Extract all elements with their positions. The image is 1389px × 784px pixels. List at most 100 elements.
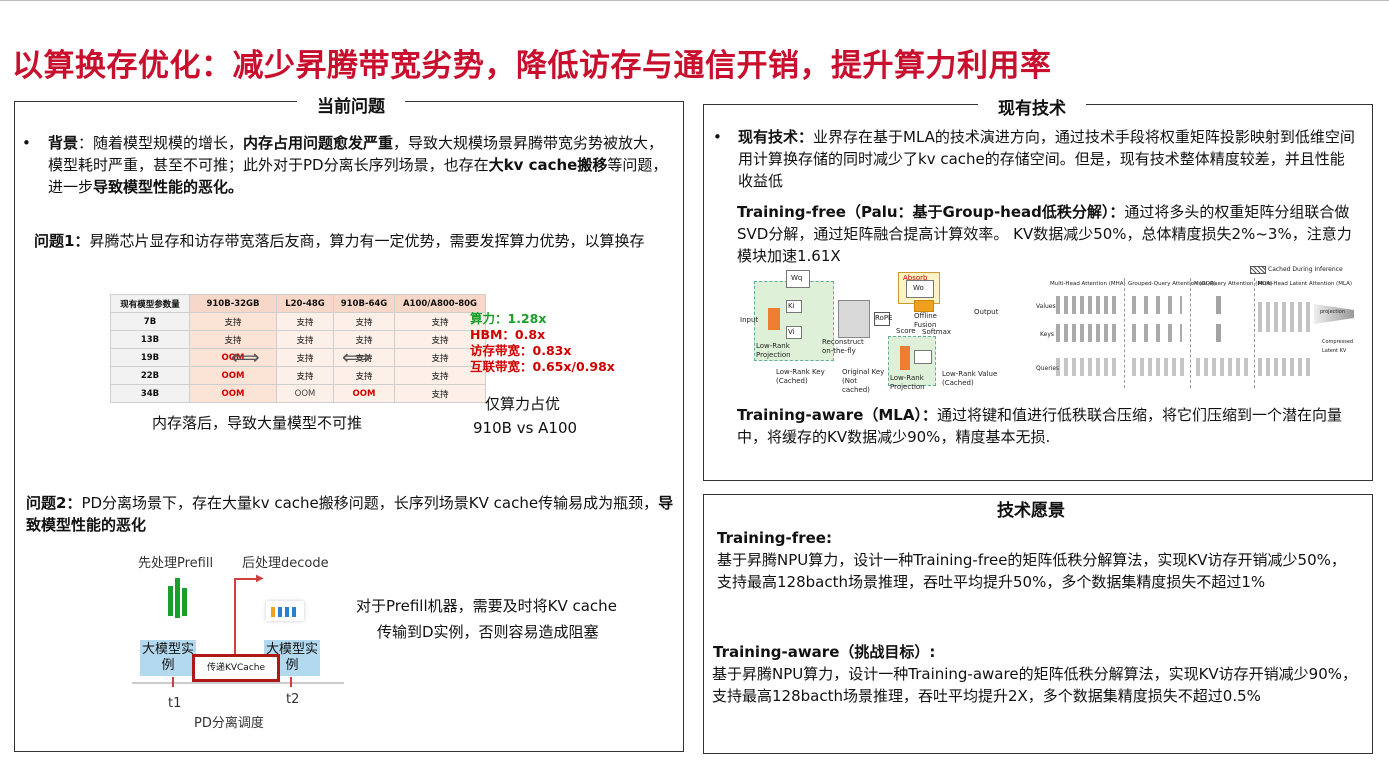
prefill-label: 先处理Prefill [138,556,214,571]
original-key-label: Original Key (Not cached) [842,368,885,394]
table-cell-param: 7B [110,312,190,331]
arrow-head-icon: ▶ [256,573,264,584]
table-cell: 支持 [189,312,277,331]
background-bold-3: 导致模型性能的恶化。 [93,178,244,196]
current-problems-heading: 当前问题 [297,92,405,117]
problem1-paragraph: 问题1：昇腾芯片显存和访存带宽落后友商，算力有一定优势，需要发挥算力优势，以算换… [34,230,676,252]
reconstruct-label: Reconstruct on-the-fly [822,338,864,355]
transfer-arrow-v [234,578,236,658]
background-label: 背景 [48,134,79,152]
softmax-label: Softmax [922,328,952,336]
slide-title: 以算换存优化：减少昇腾带宽劣势，降低访存与通信开销，提升算力利用率 [12,48,1052,84]
stat-hbm: HBM：0.8x [470,327,546,342]
cached-legend-label: Cached During Inference [1268,266,1343,273]
pd-caption: PD分离调度 [194,716,264,731]
score-label: Score [896,327,916,335]
model-instance-1: 大模型实例 [140,640,196,676]
reconstruct-block [838,300,870,338]
absorb-label: Absorb [903,274,928,282]
table-cell: OOM [189,384,277,403]
stat-mem-bandwidth: 访存带宽：0.83x [470,343,572,358]
problem1-text: 昇腾芯片显存和访存带宽落后友商，算力有一定优势，需要发挥算力优势，以算换存 [89,232,645,250]
model-support-table: 现有模型参数量 910B-32GB L20-48G 910B-64G A100/A800… [110,294,486,403]
caption-compute-only: 仅算力占优 [485,395,561,413]
prefill-bar [168,586,173,616]
tech-vision-heading: 技术愿景 [977,496,1085,521]
problem2-paragraph: 问题2：PD分离场景下，存在大量kv cache搬移问题，长序列场景KV cac… [26,492,678,536]
table-cell: OOM [276,384,334,403]
table-cell: 支持 [276,348,334,367]
divider [1254,278,1255,388]
output-label: Output [974,308,999,316]
label-t1: t1 [168,696,182,711]
table-header-row: 现有模型参数量 910B-32GB L20-48G 910B-64G A100/A800… [110,294,486,313]
problem2-text: PD分离场景下，存在大量kv cache搬移问题，长序列场景KV cache传输… [81,494,659,512]
mqa-key [1216,324,1221,342]
low-rank-value-label: Low-Rank Value (Cached) [942,370,998,387]
stat-compute: 算力：1.28x [470,311,547,326]
mha-queries [1056,358,1116,376]
tf-existing-label: Training-free（Palu：基于Group-head低秩分解）： [737,203,1125,221]
existing-tech-heading: 现有技术 [978,94,1086,119]
pd-diagram: 先处理Prefill 后处理decode ▶ 大模型实例 大模型实例 传递KVC… [130,548,360,738]
mha-values [1056,296,1116,314]
bullet-dot: • [713,128,722,146]
prefill-bar [182,588,187,616]
background-paragraph: 背景：随着模型规模的增长，内存占用问题愈发严重，导致大规模场景昇腾带宽劣势被放大… [48,132,676,198]
wo-label: Wo [913,284,924,292]
stat-interconnect: 互联带宽：0.65x/0.98x [470,359,615,374]
cached-legend-swatch [1250,266,1266,274]
vi-label: Vi [788,328,795,336]
table-cell-param: 19B [110,348,190,367]
low-rank-proj-label-2: Low-Rank Projection [890,374,925,391]
table-cell-param: 34B [110,384,190,403]
tick-t1 [172,677,174,687]
decode-icon [266,601,304,621]
decode-label: 后处理decode [242,556,329,571]
table-row: 7B 支持 支持 支持 支持 [110,312,486,331]
table-cell-param: 13B [110,330,190,349]
problem2-label: 问题2： [26,494,82,512]
top-rule [0,0,1389,1]
table-header-device: 910B-64G [333,294,395,313]
projection-label: projection [1320,309,1345,315]
compressed-latent-label: Compressed Latent KV [1322,339,1354,354]
mqa-queries [1196,358,1250,376]
decode-token [292,607,296,617]
training-aware-existing: Training-aware（MLA）：通过将键和值进行低秩联合压缩，将它们压缩… [737,404,1363,448]
ki-block: Ki [786,300,802,313]
background-text-1: ：随着模型规模的增长， [78,134,244,152]
pd-note-line1: 对于Prefill机器，需要及时将KV cache [356,597,617,615]
table-header-device: 910B-32GB [189,294,277,313]
existing-tech-intro: 现有技术：业界存在基于MLA的技术演进方向，通过技术手段将权重矩阵投影映射到低维… [738,126,1358,192]
table-cell: 支持 [333,312,395,331]
attention-variants-figure: Cached During Inference Multi-Head Atten… [1036,264,1366,392]
wq-block: Wq [786,270,810,288]
divider [1124,278,1125,388]
table-row: 22B OOM 支持 支持 支持 [110,366,486,385]
background-bold-1: 内存占用问题愈发严重 [243,134,394,152]
tick-t2 [290,677,292,687]
table-cell-param: 22B [110,366,190,385]
label-t2: t2 [286,692,300,707]
time-axis [132,682,344,684]
rope-label: RoPE [875,314,893,322]
table-header-device: A100/A800-80G [394,294,486,313]
caption-910b-vs-a100: 910B vs A100 [473,419,578,437]
training-free-existing: Training-free（Palu：基于Group-head低秩分解）：通过将… [737,201,1363,267]
ki-label: Ki [788,302,795,310]
table-row: 13B 支持 支持 支持 支持 [110,330,486,349]
divider [1190,278,1191,388]
bullet-dot: • [22,134,31,152]
gqa-values [1132,296,1182,314]
double-arrow-icon: ⟺ [231,345,260,369]
table-header-param: 现有模型参数量 [110,294,190,313]
decode-token [278,607,282,617]
proj-block-orange [768,308,780,330]
vi-block: Vi [786,326,802,339]
kv-transfer-box: 传递KVCache [192,654,280,682]
mha-title: Multi-Head Attention (MHA) [1050,281,1126,287]
low-rank-key-label: Low-Rank Key (Cached) [776,368,825,385]
model-support-table-wrap: 现有模型参数量 910B-32GB L20-48G 910B-64G A100/A800… [110,294,486,403]
table-cell: 支持 [394,384,486,403]
